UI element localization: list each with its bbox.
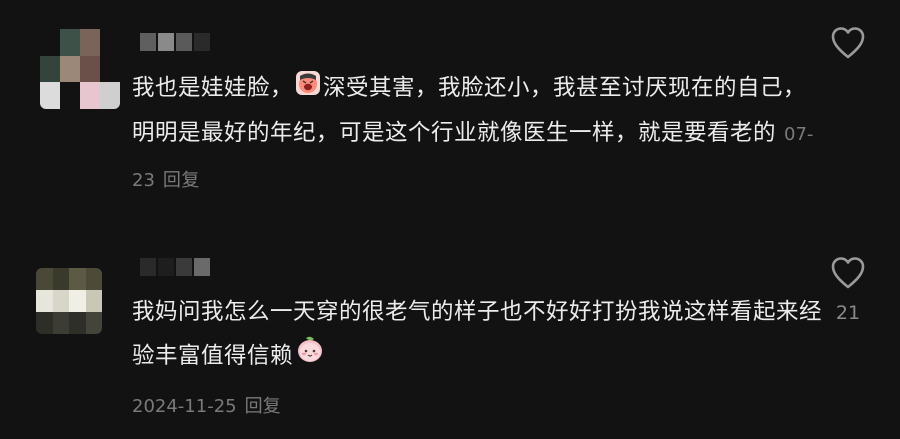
comment-text-part: 我妈问我怎么一天穿的很老气的样子也不好好打扮我说这样看起来经验丰富值得信赖 <box>132 299 823 369</box>
avatar-mosaic-cell <box>40 55 60 83</box>
avatar-mosaic-cell <box>85 268 102 290</box>
avatar-mosaic-cell <box>85 312 102 334</box>
like-count: 21 <box>835 302 861 324</box>
peach-face-emoji <box>295 334 325 379</box>
username-mosaic-cell <box>194 33 210 51</box>
avatar-mosaic-cell <box>52 312 69 334</box>
comment-text: 我也是娃娃脸， 深受其害，我脸还小，我甚至讨厌现在的自己，明明是最好的年纪，可是… <box>132 66 822 203</box>
heart-icon <box>831 257 865 289</box>
comment-date: 2024-11-25 <box>132 396 237 417</box>
username-mosaic-cell <box>158 33 174 51</box>
username-mosaic-cell <box>176 258 192 276</box>
avatar-mosaic-cell <box>60 29 80 56</box>
username-blurred[interactable] <box>140 258 210 276</box>
avatar-mosaic-cell <box>40 29 60 56</box>
avatar-mosaic-cell <box>60 82 80 109</box>
avatar-mosaic-cell <box>100 55 120 83</box>
like-button[interactable] <box>830 256 866 290</box>
avatar-mosaic-cell <box>60 55 80 83</box>
reply-button[interactable]: 回复 <box>163 170 200 191</box>
avatar-mosaic-cell <box>80 82 100 109</box>
username-mosaic-cell <box>140 33 156 51</box>
avatar-mosaic-cell <box>80 55 100 83</box>
avatar-mosaic-cell <box>36 290 53 312</box>
username-mosaic-cell <box>140 258 156 276</box>
username-mosaic-cell <box>158 258 174 276</box>
comment-meta: 2024-11-25 回复 <box>132 392 281 422</box>
username-mosaic-cell <box>176 33 192 51</box>
avatar-mosaic-cell <box>36 312 53 334</box>
avatar-mosaic-cell <box>69 290 86 312</box>
avatar[interactable] <box>36 268 102 334</box>
username-blurred[interactable] <box>140 33 210 51</box>
reply-button[interactable]: 回复 <box>245 396 281 417</box>
avatar-mosaic-cell <box>52 290 69 312</box>
avatar-mosaic-cell <box>52 268 69 290</box>
avatar-mosaic-cell <box>100 29 120 56</box>
avatar-mosaic-cell <box>69 268 86 290</box>
comment-text: 我妈问我怎么一天穿的很老气的样子也不好好打扮我说这样看起来经验丰富值得信赖 <box>132 290 822 379</box>
avatar-mosaic-cell <box>85 290 102 312</box>
comment-text-part: 我也是娃娃脸， <box>132 75 294 101</box>
avatar-mosaic-cell <box>69 312 86 334</box>
crying-face-emoji <box>295 67 321 111</box>
avatar-mosaic-cell <box>40 82 60 109</box>
heart-icon <box>831 27 865 59</box>
avatar-mosaic-cell <box>80 29 100 56</box>
like-button[interactable] <box>830 26 866 60</box>
username-mosaic-cell <box>194 258 210 276</box>
avatar-mosaic-cell <box>100 82 120 109</box>
avatar[interactable] <box>40 29 120 109</box>
avatar-mosaic-cell <box>36 268 53 290</box>
